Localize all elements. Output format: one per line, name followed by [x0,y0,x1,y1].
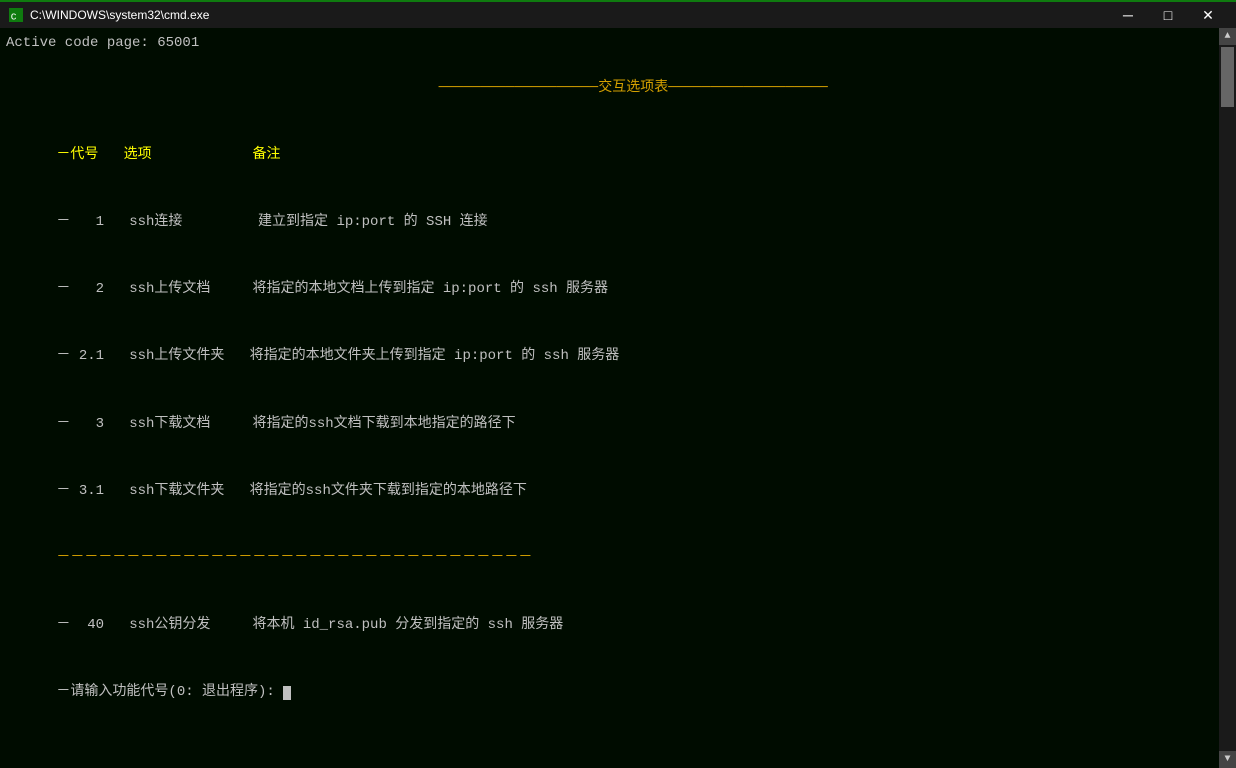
minimize-button[interactable]: ─ [1108,1,1148,29]
row-1-text: － 1 ssh连接 建立到指定 ip:port 的 SSH 连接 [56,214,487,230]
scroll-down-button[interactable]: ▼ [1219,751,1236,768]
menu-title-line: ───────────────────交互选项表────────────────… [6,54,1210,121]
row-1: － 1 ssh连接 建立到指定 ip:port 的 SSH 连接 [6,189,1210,256]
scrollbar[interactable]: ▲ ▼ [1219,28,1236,768]
row-40-text: － 40 ssh公钥分发 将本机 id_rsa.pub 分发到指定的 ssh 服… [56,617,563,633]
cursor [283,686,291,700]
row-2-1-text: － 2.1 ssh上传文件夹 将指定的本地文件夹上传到指定 ip:port 的 … [56,348,619,364]
window-controls: ─ □ ✕ [1108,1,1228,29]
row-2-1: － 2.1 ssh上传文件夹 将指定的本地文件夹上传到指定 ip:port 的 … [6,323,1210,390]
row-3-text: － 3 ssh下载文档 将指定的ssh文档下载到本地指定的路径下 [56,416,515,432]
row-3-1-text: － 3.1 ssh下载文件夹 将指定的ssh文件夹下载到指定的本地路径下 [56,483,526,499]
row-2-text: － 2 ssh上传文档 将指定的本地文档上传到指定 ip:port 的 ssh … [56,281,608,297]
separator-text: －－－－－－－－－－－－－－－－－－－－－－－－－－－－－－－－－－ [56,550,532,566]
active-code-line: Active code page: 65001 [6,32,1210,54]
scroll-thumb[interactable] [1221,47,1234,107]
separator-line: －－－－－－－－－－－－－－－－－－－－－－－－－－－－－－－－－－ [6,525,1210,592]
window-title: C:\WINDOWS\system32\cmd.exe [30,8,1108,22]
prompt-line[interactable]: －请输入功能代号(0: 退出程序): [6,659,1210,726]
terminal-window[interactable]: Active code page: 65001 ────────────────… [0,28,1236,768]
row-40: － 40 ssh公钥分发 将本机 id_rsa.pub 分发到指定的 ssh 服… [6,592,1210,659]
scroll-up-button[interactable]: ▲ [1219,28,1236,45]
close-button[interactable]: ✕ [1188,1,1228,29]
row-3-1: － 3.1 ssh下载文件夹 将指定的ssh文件夹下载到指定的本地路径下 [6,457,1210,524]
svg-text:C: C [11,11,17,22]
table-header: －代号 选项 备注 [6,122,1210,189]
header-code: －代号 选项 备注 [56,147,280,163]
row-3: － 3 ssh下载文档 将指定的ssh文档下载到本地指定的路径下 [6,390,1210,457]
titlebar: C C:\WINDOWS\system32\cmd.exe ─ □ ✕ [0,0,1236,28]
menu-title-text: ───────────────────交互选项表────────────────… [439,80,828,96]
maximize-button[interactable]: □ [1148,1,1188,29]
row-2: － 2 ssh上传文档 将指定的本地文档上传到指定 ip:port 的 ssh … [6,256,1210,323]
cmd-icon: C [8,7,24,23]
prompt-text: －请输入功能代号(0: 退出程序): [56,684,283,700]
terminal-content: Active code page: 65001 ────────────────… [6,32,1230,726]
